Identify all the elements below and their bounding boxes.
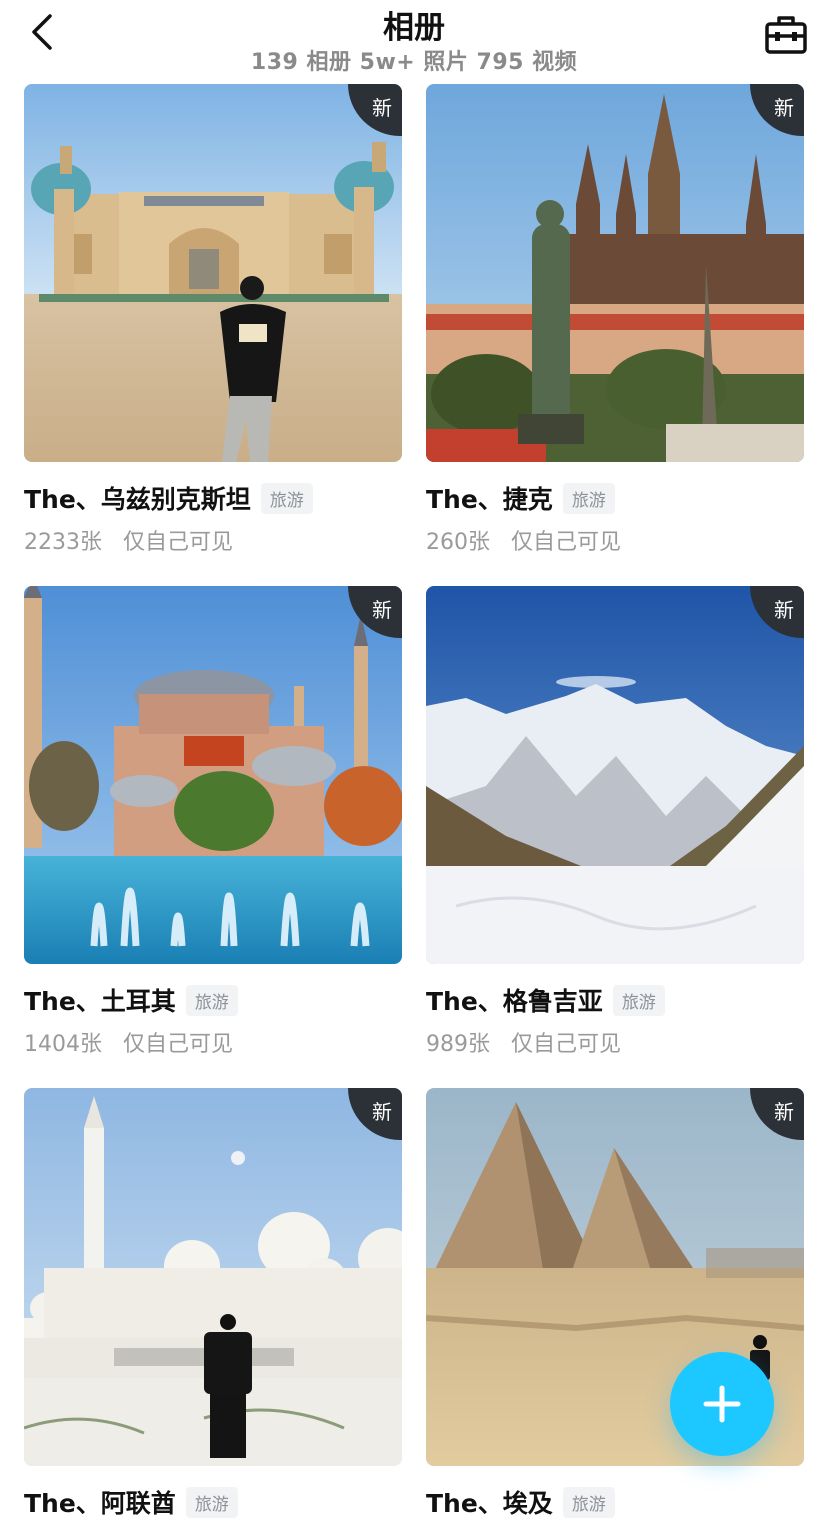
- cover-image: [426, 586, 804, 964]
- photo-count: 989张: [426, 1032, 490, 1057]
- album-cover[interactable]: 新: [24, 1088, 402, 1466]
- top-nav-bar: 相册 139 相册 5w+ 照片 795 视频: [0, 0, 828, 80]
- visibility-label: 仅自己可见: [123, 530, 234, 555]
- album-tag: 旅游: [562, 482, 615, 514]
- album-cover[interactable]: 新: [24, 84, 402, 462]
- album-tag: 旅游: [185, 1486, 238, 1518]
- album-name: The、捷克: [426, 485, 553, 514]
- photo-count: 1404张: [24, 1032, 102, 1057]
- album-meta: 1404张 仅自己可见: [24, 1026, 233, 1058]
- album-tag: 旅游: [185, 984, 238, 1016]
- album-card[interactable]: 新 The、乌兹别克斯坦 旅游 2233张 仅自己可见: [24, 84, 402, 555]
- album-card[interactable]: 新 The、格鲁吉亚 旅游 989张 仅自己可见: [426, 586, 804, 1057]
- album-card[interactable]: 新 The、阿联酋 旅游: [24, 1088, 402, 1518]
- album-name: The、埃及: [426, 1489, 553, 1518]
- album-tag: 旅游: [612, 984, 665, 1016]
- album-card[interactable]: 新 The、捷克 旅游 260张 仅自己可见: [426, 84, 804, 555]
- toolbox-icon: [765, 16, 807, 54]
- toolbox-button[interactable]: [764, 12, 808, 56]
- album-card[interactable]: 新 The、土耳其 旅游 1404张 仅自己可见: [24, 586, 402, 1057]
- album-name: The、乌兹别克斯坦: [24, 485, 251, 514]
- album-stats: 139 相册 5w+ 照片 795 视频: [250, 50, 578, 75]
- album-tag: 旅游: [260, 482, 313, 514]
- album-name: The、格鲁吉亚: [426, 987, 603, 1016]
- album-tag: 旅游: [562, 1486, 615, 1518]
- add-album-button[interactable]: [670, 1352, 774, 1456]
- cover-image: [24, 1088, 402, 1466]
- album-cover[interactable]: 新: [426, 84, 804, 462]
- photo-count: 260张: [426, 530, 490, 555]
- album-name: The、阿联酋: [24, 1489, 176, 1518]
- album-cover[interactable]: 新: [426, 586, 804, 964]
- album-meta: 989张 仅自己可见: [426, 1026, 621, 1058]
- cover-image: [24, 84, 402, 462]
- plus-icon: [703, 1385, 741, 1423]
- visibility-label: 仅自己可见: [511, 1032, 622, 1057]
- page-title: 相册: [383, 10, 445, 46]
- album-name: The、土耳其: [24, 987, 176, 1016]
- album-meta: 260张 仅自己可见: [426, 524, 621, 556]
- visibility-label: 仅自己可见: [511, 530, 622, 555]
- cover-image: [426, 84, 804, 462]
- photo-count: 2233张: [24, 530, 102, 555]
- visibility-label: 仅自己可见: [123, 1032, 234, 1057]
- cover-image: [24, 586, 402, 964]
- album-meta: 2233张 仅自己可见: [24, 524, 233, 556]
- album-cover[interactable]: 新: [24, 586, 402, 964]
